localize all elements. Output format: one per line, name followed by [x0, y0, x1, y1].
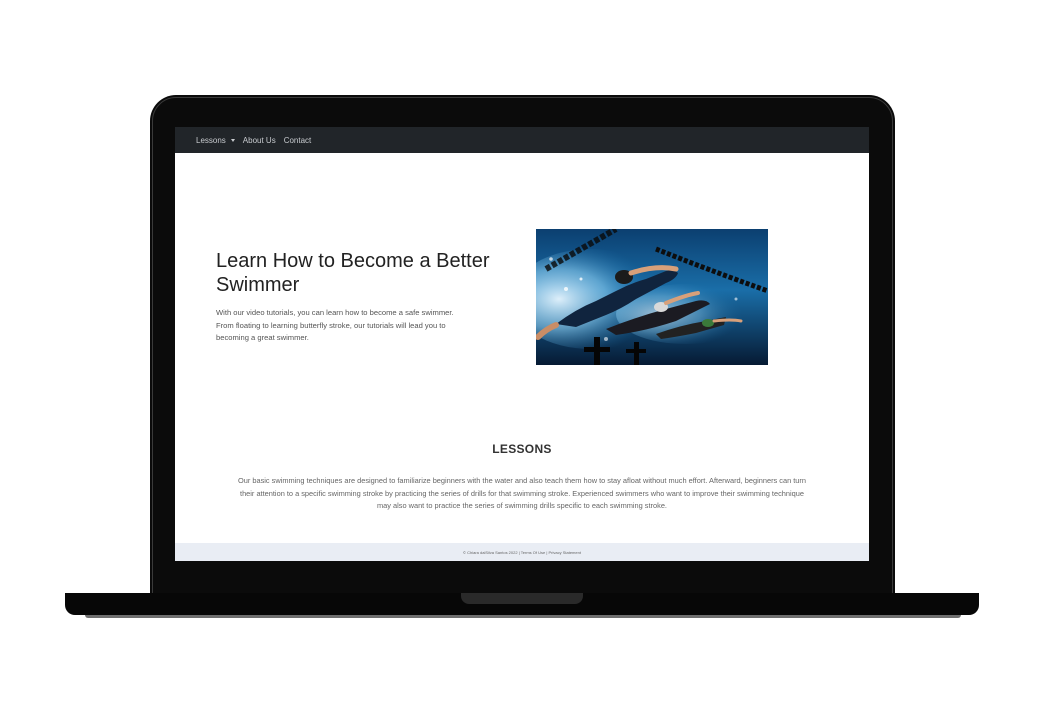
hero-swimmers-image [536, 229, 768, 365]
navbar: m Lessons About Us Contact [175, 127, 869, 153]
footer-text: © Chiara dalSilva Santos 2022 | Terms Of… [463, 549, 581, 555]
nav-about-us[interactable]: About Us [243, 136, 276, 145]
nav-lessons-dropdown[interactable]: Lessons [196, 136, 235, 145]
laptop-mockup: m Lessons About Us Contact Learn How to … [0, 0, 1053, 728]
hero-title: Learn How to Become a Better Swimmer [216, 250, 490, 296]
laptop-base-shadow [85, 615, 961, 618]
laptop-screen: m Lessons About Us Contact Learn How to … [175, 127, 869, 561]
caret-down-icon [230, 138, 235, 142]
nav-lessons-label: Lessons [196, 135, 226, 145]
nav-contact[interactable]: Contact [284, 136, 312, 145]
footer: © Chiara dalSilva Santos 2022 | Terms Of… [175, 543, 869, 561]
lessons-description: Our basic swimming techniques are design… [237, 476, 806, 510]
laptop-notch [461, 593, 583, 604]
hero-description: With our video tutorials, you can learn … [216, 308, 454, 342]
lessons-heading: LESSONS [492, 442, 552, 456]
nav-links: Lessons About Us Contact [196, 127, 311, 153]
swimmers-illustration [536, 229, 768, 365]
